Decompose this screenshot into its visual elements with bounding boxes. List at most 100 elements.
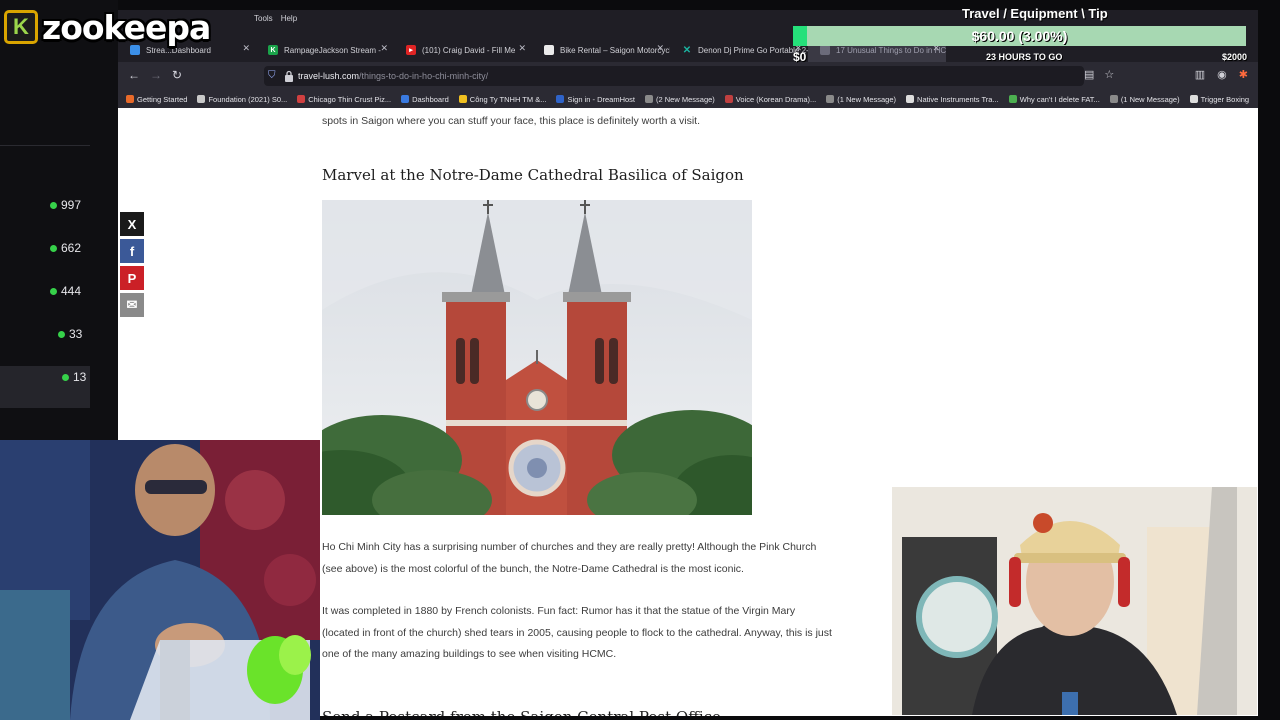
site-favicon-icon xyxy=(820,45,830,55)
tab-youtube[interactable]: ▸ (101) Craig David - Fill Me ✕ xyxy=(394,38,532,62)
bookmark-label: Foundation (2021) S0... xyxy=(208,94,288,104)
viewer-count: 997 xyxy=(50,198,81,212)
bookmark-label: (1 New Message) xyxy=(1120,94,1180,104)
bookmark-star-icon[interactable]: ☆ xyxy=(1104,68,1114,81)
close-icon[interactable]: ✕ xyxy=(380,43,388,54)
kick-icon: K xyxy=(268,45,278,55)
menu-bar: Tools Help xyxy=(254,14,297,23)
youtube-icon: ▸ xyxy=(406,45,416,55)
bookmark-favicon-icon xyxy=(724,95,733,103)
bookmark-item[interactable]: Công Ty TNHH TM &... xyxy=(458,94,547,104)
bookmark-label: (1 New Message) xyxy=(837,94,897,104)
address-bar-actions: ▤ ☆ xyxy=(1084,68,1114,81)
tab-bike-rental[interactable]: Bike Rental – Saigon Motorcycl ✕ xyxy=(532,38,670,62)
bookmark-item[interactable]: Sign in - DreamHost xyxy=(556,95,635,104)
close-icon[interactable]: ✕ xyxy=(656,43,664,54)
goal-time-remaining: 23 HOURS TO GO xyxy=(986,52,1063,62)
menu-tools[interactable]: Tools xyxy=(254,14,273,23)
bookmark-label: Trigger Boxing xyxy=(1200,94,1250,104)
paragraph-history: It was completed in 1880 by French colon… xyxy=(322,605,832,660)
share-pinterest-button[interactable]: P xyxy=(120,266,144,290)
close-icon[interactable]: ✕ xyxy=(242,43,250,54)
webcam-left xyxy=(0,440,320,720)
paragraph-churches: Ho Chi Minh City has a surprising number… xyxy=(322,541,817,575)
share-facebook-button[interactable]: f xyxy=(120,239,144,263)
goal-title: Travel / Equipment \ Tip xyxy=(962,6,1108,21)
reader-view-icon[interactable]: ▤ xyxy=(1084,68,1094,81)
extension-icon[interactable]: ✱ xyxy=(1239,68,1248,81)
left-stats-panel: 997 662 444 33 13 xyxy=(0,0,118,440)
bookmark-item[interactable]: Native Instruments Tra... xyxy=(906,95,999,104)
account-icon[interactable]: ◉ xyxy=(1217,68,1227,81)
address-bar[interactable]: ⛉ travel-lush.com/things-to-do-in-ho-chi… xyxy=(264,66,1084,86)
close-icon[interactable]: ✕ xyxy=(518,43,526,54)
bookmark-item[interactable]: (1 New Message) xyxy=(826,95,896,104)
goal-min: $0 xyxy=(793,50,807,64)
tab-denon[interactable]: ✕ Denon Dj Prime Go Portable 2- ✕ xyxy=(670,38,808,62)
lock-icon xyxy=(285,70,293,82)
bookmarks-toolbar: Getting Started Foundation (2021) S0... Ch… xyxy=(118,90,1258,108)
bookmark-favicon-icon xyxy=(297,95,306,103)
menu-help[interactable]: Help xyxy=(281,14,297,23)
back-arrow-icon[interactable]: ← xyxy=(128,68,140,82)
bookmark-item[interactable]: (1 New Message) xyxy=(1109,94,1180,104)
bookmark-label: Getting Started xyxy=(137,94,188,104)
online-dot-icon xyxy=(50,244,57,252)
url-text: travel-lush.com/things-to-do-in-ho-chi-m… xyxy=(298,71,489,81)
viewer-count: 662 xyxy=(50,241,81,255)
streamer-logo: K zookeepa xyxy=(4,6,211,48)
bookmark-favicon-icon xyxy=(556,95,565,103)
viewer-count: 33 xyxy=(58,327,82,341)
online-dot-icon xyxy=(62,373,69,381)
bookmark-label: (2 New Message) xyxy=(656,94,715,104)
bookmark-label: Dashboard xyxy=(412,94,449,104)
sidebar-icon[interactable]: ▥ xyxy=(1195,68,1205,81)
bookmark-item[interactable]: Why can't I delete FAT... xyxy=(1008,95,1100,104)
bookmark-favicon-icon xyxy=(645,95,654,103)
tab-rampage-jackson[interactable]: K RampageJackson Stream - ✕ xyxy=(256,38,394,62)
viewer-count: 444 xyxy=(50,284,81,298)
bookmark-favicon-icon xyxy=(458,95,467,103)
bookmark-favicon-icon xyxy=(1008,95,1017,103)
toolbar-right: ▥ ◉ ✱ xyxy=(1195,68,1248,81)
forward-arrow-icon[interactable]: → xyxy=(150,68,162,82)
share-email-button[interactable]: ✉ xyxy=(120,293,144,317)
bookmark-label: Native Instruments Tra... xyxy=(917,94,999,104)
bookmark-favicon-icon xyxy=(197,95,206,103)
goal-max: $2000 xyxy=(1222,52,1248,62)
bookmark-favicon-icon xyxy=(401,95,410,103)
bookmark-label: Công Ty TNHH TM &... xyxy=(469,94,547,104)
bookmark-item[interactable]: Foundation (2021) S0... xyxy=(197,95,287,104)
facebook-icon: f xyxy=(129,243,135,259)
online-dot-icon xyxy=(50,287,57,295)
viewer-count: 13 xyxy=(62,370,86,384)
logo-text: zookeepa xyxy=(42,7,211,47)
reload-icon[interactable]: ↻ xyxy=(172,68,182,82)
x-icon: X xyxy=(127,216,137,232)
bookmark-favicon-icon xyxy=(1109,95,1118,103)
goal-amount: $60.00 (3.00%) xyxy=(971,28,1068,44)
heading-notre-dame: Marvel at the Notre-Dame Cathedral Basil… xyxy=(322,166,744,184)
cathedral-photo xyxy=(322,200,752,515)
heading-post-office: Send a Postcard from the Saigon Central … xyxy=(322,708,721,716)
bookmark-item[interactable]: Chicago Thin Crust Piz... xyxy=(297,95,391,104)
bookmark-item[interactable]: Getting Started xyxy=(126,95,187,104)
navigation-bar: ← → ↻ ⛉ travel-lush.com/things-to-do-in-… xyxy=(118,62,1258,90)
bookmark-label: Sign in - DreamHost xyxy=(567,94,636,104)
pinterest-icon: P xyxy=(127,270,137,286)
bookmark-item[interactable]: (2 New Message) xyxy=(645,95,715,104)
shield-icon: ⛉ xyxy=(268,70,276,81)
bookmark-item[interactable]: Voice (Korean Drama)... xyxy=(724,95,816,104)
goal-progress-bar: $60.00 (3.00%) xyxy=(793,26,1246,46)
bookmark-label: Chicago Thin Crust Piz... xyxy=(308,94,392,104)
stream-scene: 997 662 444 33 13 Tools Help Strea...Das… xyxy=(0,0,1280,720)
bookmark-item[interactable]: Trigger Boxing xyxy=(1189,94,1250,104)
share-x-button[interactable]: X xyxy=(120,212,144,236)
email-icon: ✉ xyxy=(126,297,138,312)
paragraph-intro-tail: spots in Saigon where you can stuff your… xyxy=(322,115,700,127)
bookmark-item[interactable]: Dashboard xyxy=(401,95,449,104)
site-favicon-icon xyxy=(544,45,554,55)
site-favicon-icon: ✕ xyxy=(682,44,692,56)
online-dot-icon xyxy=(50,201,57,209)
logo-k-icon: K xyxy=(4,10,38,44)
